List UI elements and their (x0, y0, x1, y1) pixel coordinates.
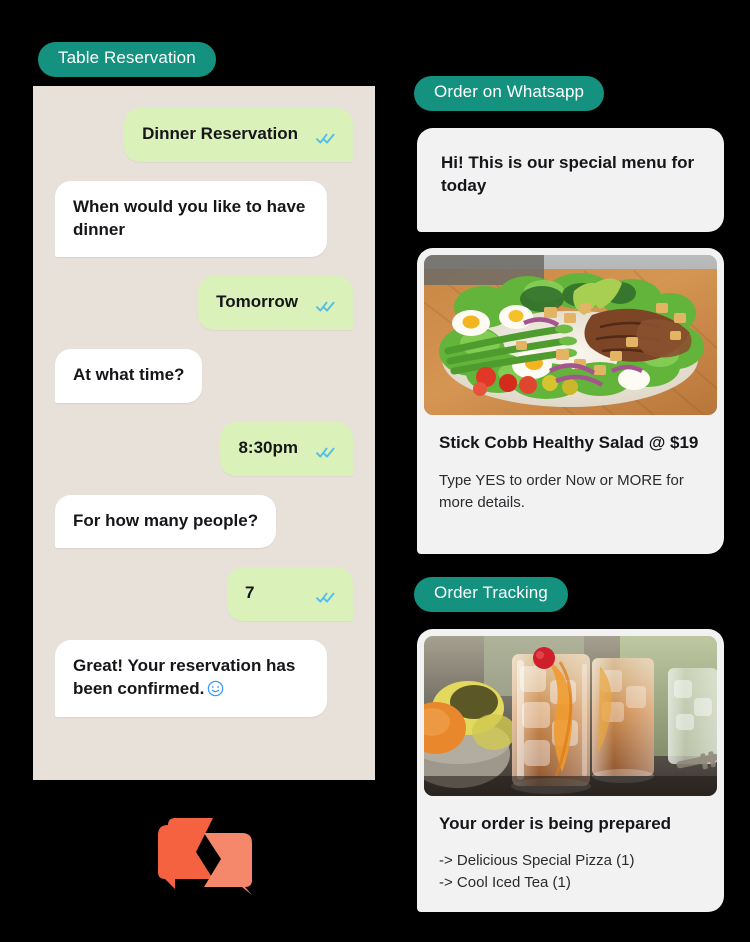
cobb-salad-photo (424, 255, 717, 415)
chat-bubble-incoming[interactable]: For how many people? (55, 494, 277, 549)
badge-table-reservation[interactable]: Table Reservation (38, 42, 216, 77)
product-instructions: Type YES to order Now or MORE for more d… (439, 471, 684, 511)
double-check-icon (316, 297, 335, 312)
table-reservation-chat-panel: Dinner Reservation When would you like t… (33, 86, 375, 780)
double-check-icon (316, 443, 335, 458)
product-card-body: Stick Cobb Healthy Salad @ $19 Type YES … (417, 415, 724, 531)
tracking-card-body: Your order is being prepared -> Deliciou… (417, 796, 724, 912)
badge-order-on-whatsapp[interactable]: Order on Whatsapp (414, 76, 605, 111)
double-check-icon (316, 588, 335, 603)
badge-order-tracking[interactable]: Order Tracking (414, 577, 568, 612)
chat-row: Great! Your reservation has been confirm… (55, 640, 353, 717)
screenshot-stage: Table Reservation Order on Whatsapp Orde… (0, 0, 750, 942)
chat-row: At what time? (55, 349, 353, 403)
product-title: Stick Cobb Healthy Salad @ $19 (439, 433, 699, 452)
tracking-status-title: Your order is being prepared (439, 814, 672, 833)
double-check-icon (316, 129, 335, 144)
chat-row: Dinner Reservation (55, 108, 353, 162)
chat-row: 8:30pm (55, 421, 353, 476)
chat-bubble-incoming[interactable]: At what time? (55, 349, 203, 403)
chat-bubble-outgoing[interactable]: Tomorrow (198, 276, 353, 331)
chat-message-text: Great! Your reservation has been confirm… (73, 656, 296, 698)
chat-bubble-incoming[interactable]: When would you like to have dinner (55, 180, 327, 258)
chat-message-text: Dinner Reservation (142, 124, 298, 143)
chat-row: When would you like to have dinner (55, 180, 353, 258)
greeting-text: Hi! This is our special menu for today (441, 153, 695, 195)
order-tracking-card[interactable]: Your order is being prepared -> Deliciou… (417, 629, 724, 912)
chat-bubble-outgoing[interactable]: 8:30pm (220, 421, 353, 476)
chat-message-text: Tomorrow (216, 292, 298, 312)
iced-tea-photo (424, 636, 717, 796)
chat-bubble-outgoing[interactable]: Dinner Reservation (124, 108, 353, 162)
chat-message-text: 8:30pm (238, 437, 298, 457)
menu-product-card[interactable]: Stick Cobb Healthy Salad @ $19 Type YES … (417, 248, 724, 554)
chat-message-text: 7 (245, 583, 255, 603)
smiley-face-icon (207, 680, 224, 697)
chat-row: For how many people? (55, 494, 353, 549)
chat-bubble-incoming[interactable]: Great! Your reservation has been confirm… (55, 640, 327, 717)
list-item: -> Delicious Special Pizza (1) (439, 851, 635, 869)
chat-row: Tomorrow (55, 276, 353, 331)
list-item: -> Cool Iced Tea (1) (439, 874, 571, 892)
chat-bubble-outgoing[interactable]: 7 (227, 567, 353, 622)
whatsapp-greeting-card[interactable]: Hi! This is our special menu for today (417, 128, 724, 232)
ordered-items-list: -> Delicious Special Pizza (1) -> Cool I… (439, 850, 702, 895)
chat-bubbles-logo (156, 817, 261, 895)
chat-row: 7 (55, 567, 353, 622)
